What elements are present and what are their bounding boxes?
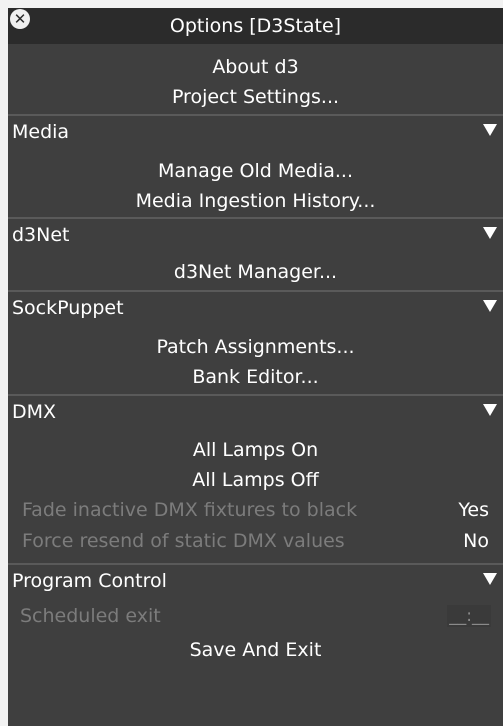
section-header-dmx[interactable]: DMX [8,396,503,428]
option-value-toggle[interactable]: Yes [458,495,489,526]
option-row-fade-inactive[interactable]: Fade inactive DMX fixtures to black Yes [8,495,503,526]
bank-editor-item[interactable]: Bank Editor... [8,362,503,392]
scheduled-exit-label: Scheduled exit [20,605,161,627]
scheduled-exit-row: Scheduled exit __:__ [8,597,503,635]
section-header-sockpuppet[interactable]: SockPuppet [8,292,503,324]
about-d3-item[interactable]: About d3 [8,52,503,82]
triangle-down-icon[interactable] [483,227,497,239]
section-header-program-control[interactable]: Program Control [8,565,503,597]
triangle-down-icon[interactable] [483,300,497,312]
option-value-toggle[interactable]: No [463,526,489,557]
title-bar: ✕ Options [D3State] [8,8,503,44]
section-label: Media [12,121,70,143]
options-panel: ✕ Options [D3State] About d3 Project Set… [8,8,503,726]
window-title: Options [D3State] [169,15,342,37]
scheduled-exit-time-field[interactable]: __:__ [447,605,491,627]
project-settings-item[interactable]: Project Settings... [8,82,503,112]
option-label: Fade inactive DMX fixtures to black [22,499,358,521]
triangle-down-icon[interactable] [483,573,497,585]
triangle-down-icon[interactable] [483,404,497,416]
option-row-force-resend[interactable]: Force resend of static DMX values No [8,526,503,557]
all-lamps-on-item[interactable]: All Lamps On [8,435,503,465]
section-label: d3Net [12,224,70,246]
d3net-manager-item[interactable]: d3Net Manager... [8,257,503,287]
option-label: Force resend of static DMX values [22,530,345,552]
section-label: DMX [12,401,57,423]
save-and-exit-button[interactable]: Save And Exit [8,635,503,665]
section-header-d3net[interactable]: d3Net [8,219,503,251]
triangle-down-icon[interactable] [483,124,497,136]
section-label: Program Control [12,570,167,592]
manage-old-media-item[interactable]: Manage Old Media... [8,156,503,186]
all-lamps-off-item[interactable]: All Lamps Off [8,465,503,495]
close-icon[interactable]: ✕ [10,9,30,29]
media-ingestion-history-item[interactable]: Media Ingestion History... [8,186,503,216]
patch-assignments-item[interactable]: Patch Assignments... [8,332,503,362]
section-header-media[interactable]: Media [8,116,503,148]
section-label: SockPuppet [12,297,124,319]
